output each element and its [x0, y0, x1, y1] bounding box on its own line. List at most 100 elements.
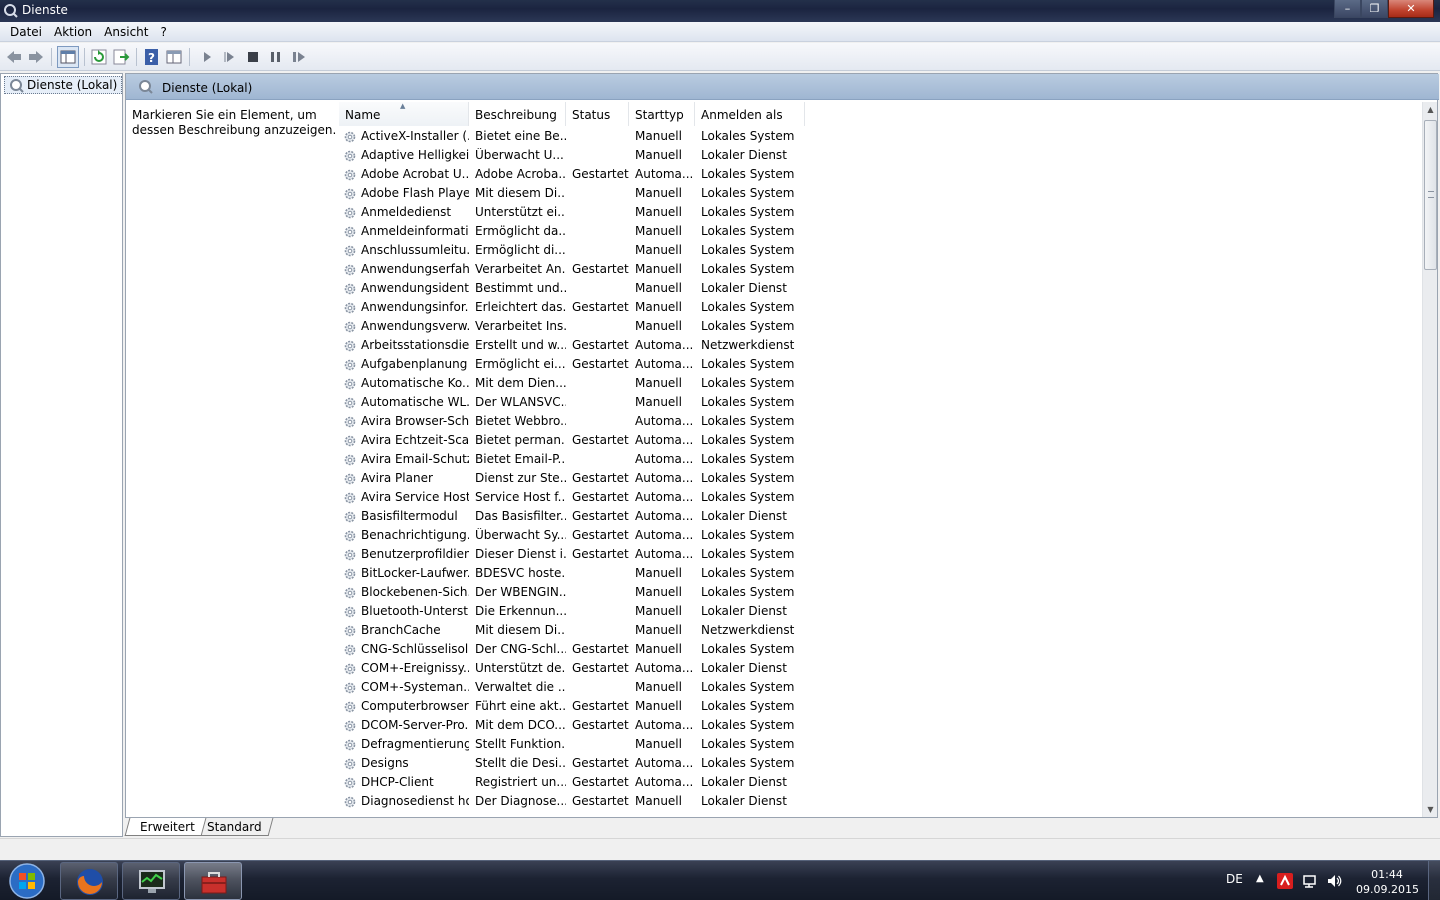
show-desktop-button[interactable]	[1428, 861, 1440, 900]
service-name: Avira Service Host	[339, 490, 469, 504]
service-row[interactable]: BranchCache Mit diesem Di... Manuell Netzwe…	[339, 620, 1424, 639]
scroll-up-icon[interactable]: ▲	[1423, 102, 1438, 117]
start-button[interactable]	[4, 862, 50, 900]
start-service-icon[interactable]	[197, 47, 217, 67]
avira-tray-icon[interactable]	[1277, 873, 1293, 889]
service-row[interactable]: Adobe Flash Playe... Mit diesem Di... Manu…	[339, 183, 1424, 202]
service-name: Anmeldedienst	[339, 205, 469, 219]
service-row[interactable]: Designs Stellt die Desi... Gestartet Automa…	[339, 753, 1424, 772]
taskbar-firefox[interactable]	[60, 862, 118, 900]
column-header-description[interactable]: Beschreibung	[469, 102, 566, 126]
console-tree-toggle-icon[interactable]	[57, 46, 79, 68]
service-row[interactable]: Computerbrowser Führt eine akt... Gestarte…	[339, 696, 1424, 715]
service-row[interactable]: DHCP-Client Registriert un... Gestartet Aut…	[339, 772, 1424, 791]
service-row[interactable]: Automatische Ko... Mit dem Dien... Manuell…	[339, 373, 1424, 392]
service-row[interactable]: Adaptive Helligkeit Überwacht U... Manuell…	[339, 145, 1424, 164]
service-row[interactable]: DCOM-Server-Pro... Mit dem DCO... Gestarte…	[339, 715, 1424, 734]
continue-service-icon[interactable]	[220, 47, 240, 67]
service-row[interactable]: Basisfiltermodul Das Basisfilter... Gestar…	[339, 506, 1424, 525]
forward-arrow-icon[interactable]	[26, 47, 46, 67]
service-description: Ermöglicht da...	[475, 223, 566, 238]
column-header-name[interactable]: Name ▲	[339, 102, 469, 126]
service-gear-icon	[343, 491, 357, 504]
service-row[interactable]: Automatische WL... Der WLANSVC... Manuell L…	[339, 392, 1424, 411]
service-logon: Lokaler Dienst	[701, 508, 787, 523]
menu-aktion[interactable]: Aktion	[48, 22, 98, 41]
minimize-button[interactable]: –	[1334, 0, 1361, 18]
volume-tray-icon[interactable]	[1326, 873, 1342, 889]
service-row[interactable]: BitLocker-Laufwer... BDESVC hoste... Manue…	[339, 563, 1424, 582]
service-starttype: Automa...	[635, 660, 694, 675]
service-row[interactable]: Benachrichtigung... Überwacht Sy... Gestar…	[339, 525, 1424, 544]
service-starttype: Manuell	[635, 375, 682, 390]
pause-service-icon[interactable]	[266, 47, 286, 67]
service-row[interactable]: Defragmentierung Stellt Funktion... Manuel…	[339, 734, 1424, 753]
network-tray-icon[interactable]	[1302, 873, 1318, 889]
service-logon: Lokaler Dienst	[701, 774, 787, 789]
service-row[interactable]: Anwendungserfah... Verarbeitet An... Gesta…	[339, 259, 1424, 278]
service-row[interactable]: Anschlussumleitu... Ermöglicht di... Manue…	[339, 240, 1424, 259]
service-row[interactable]: Anwendungsinfor... Erleichtert das... Gest…	[339, 297, 1424, 316]
service-logon: Lokales System	[701, 318, 795, 333]
maximize-button[interactable]: ❐	[1361, 0, 1388, 18]
vertical-scrollbar[interactable]: ▲ ▼	[1422, 102, 1437, 817]
taskbar-task-manager[interactable]	[122, 862, 180, 900]
export-list-icon[interactable]	[111, 47, 131, 67]
service-row[interactable]: Anmeldedienst Unterstützt ei... Manuell Lok…	[339, 202, 1424, 221]
service-row[interactable]: Arbeitsstationsdie... Erstellt und w... Ge…	[339, 335, 1424, 354]
tab-standard[interactable]: Standard	[192, 818, 274, 836]
show-hidden-icons-icon[interactable]: ▲	[1256, 873, 1264, 884]
service-description: Bestimmt und...	[475, 280, 566, 295]
refresh-icon[interactable]	[89, 47, 109, 67]
service-logon: Lokales System	[701, 736, 795, 751]
service-name: Anmeldeinformati...	[339, 224, 469, 238]
service-row[interactable]: COM+-Ereignissy... Unterstützt de... Gesta…	[339, 658, 1424, 677]
properties-icon[interactable]	[164, 47, 184, 67]
service-status: Gestartet	[572, 299, 629, 314]
restart-service-icon[interactable]	[289, 47, 309, 67]
menu-help[interactable]: ?	[154, 22, 172, 41]
service-row[interactable]: CNG-Schlüsselisol... Der CNG-Schl... Gesta…	[339, 639, 1424, 658]
column-header-logon[interactable]: Anmelden als	[695, 102, 805, 126]
service-starttype: Automa...	[635, 717, 694, 732]
service-starttype: Manuell	[635, 128, 682, 143]
service-row[interactable]: Blockebenen-Sich... Der WBENGIN... Manuell…	[339, 582, 1424, 601]
service-row[interactable]: Avira Browser-Sch... Bietet Webbro... Auto…	[339, 411, 1424, 430]
service-row[interactable]: COM+-Systeman... Verwaltet die ... Manuell…	[339, 677, 1424, 696]
scroll-down-icon[interactable]: ▼	[1423, 802, 1438, 817]
service-gear-icon	[343, 757, 357, 770]
taskbar-services[interactable]	[184, 862, 242, 900]
tree-item-services-local[interactable]: Dienste (Lokal)	[4, 76, 123, 94]
service-description: Erleichtert das...	[475, 299, 566, 314]
service-row[interactable]: Diagnosedienst host Der Diagnose... Gestar…	[339, 791, 1424, 810]
column-header-starttype[interactable]: Starttyp	[629, 102, 695, 126]
back-arrow-icon[interactable]	[4, 47, 24, 67]
service-starttype: Manuell	[635, 603, 682, 618]
service-row[interactable]: Adobe Acrobat U... Adobe Acroba... Gestart…	[339, 164, 1424, 183]
service-gear-icon	[343, 472, 357, 485]
service-name: Defragmentierung	[339, 737, 469, 751]
menu-datei[interactable]: Datei	[4, 22, 48, 41]
service-row[interactable]: Avira Email-Schutz Bietet Email-P... Autom…	[339, 449, 1424, 468]
service-row[interactable]: Anmeldeinformati... Ermöglicht da... Manue…	[339, 221, 1424, 240]
menu-ansicht[interactable]: Ansicht	[98, 22, 154, 41]
service-status: Gestartet	[572, 261, 629, 276]
column-header-status[interactable]: Status	[566, 102, 629, 126]
stop-service-icon[interactable]	[243, 47, 263, 67]
service-row[interactable]: ActiveX-Installer (... Bietet eine Be... M…	[339, 126, 1424, 145]
language-indicator[interactable]: DE	[1226, 872, 1243, 886]
service-row[interactable]: Benutzerprofildienst Dieser Dienst i... Ge…	[339, 544, 1424, 563]
help-icon[interactable]: ?	[142, 47, 162, 67]
scroll-thumb[interactable]	[1424, 120, 1437, 270]
service-row[interactable]: Aufgabenplanung Ermöglicht ei... Gestartet…	[339, 354, 1424, 373]
service-description: Dienst zur Ste...	[475, 470, 566, 485]
service-description: Dieser Dienst i...	[475, 546, 566, 561]
service-row[interactable]: Bluetooth-Unterst... Die Erkennun... Manue…	[339, 601, 1424, 620]
service-row[interactable]: Anwendungsident... Bestimmt und... Manuell…	[339, 278, 1424, 297]
service-row[interactable]: Anwendungsverw... Verarbeitet Ins... Manue…	[339, 316, 1424, 335]
close-button[interactable]: ✕	[1388, 0, 1434, 18]
system-clock[interactable]: 01:44 09.09.2015	[1356, 867, 1419, 897]
service-row[interactable]: Avira Echtzeit-Sca... Bietet perman... Ges…	[339, 430, 1424, 449]
service-row[interactable]: Avira Planer Dienst zur Ste... Gestartet Au…	[339, 468, 1424, 487]
service-row[interactable]: Avira Service Host Service Host f... Gesta…	[339, 487, 1424, 506]
